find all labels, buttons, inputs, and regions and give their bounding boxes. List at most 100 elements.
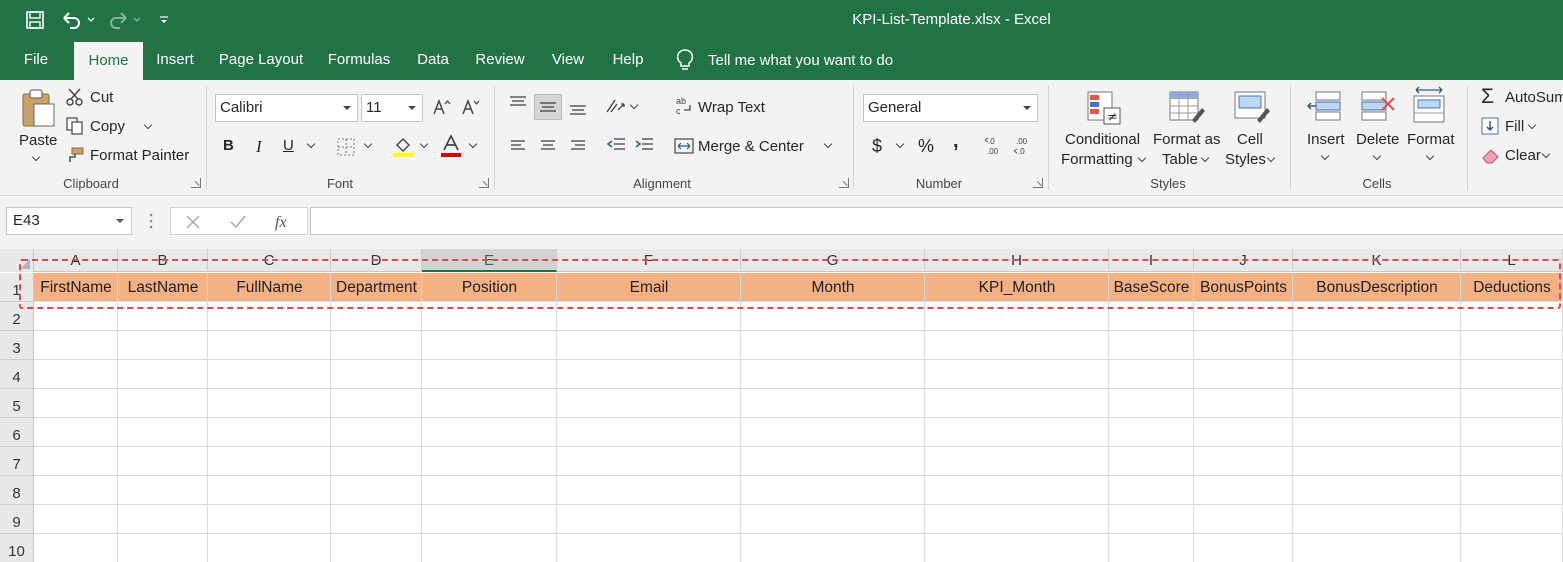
row-header-10[interactable]: 10 bbox=[0, 534, 34, 562]
merge-center-button[interactable]: Merge & Center bbox=[698, 138, 804, 155]
conditional-formatting-label-1[interactable]: Conditional bbox=[1065, 131, 1140, 148]
autosum-button[interactable]: AutoSum bbox=[1505, 89, 1563, 106]
row-header-6[interactable]: 6 bbox=[0, 418, 34, 447]
currency-button[interactable]: $ bbox=[872, 136, 882, 157]
paste-icon[interactable] bbox=[20, 88, 56, 132]
cut-button[interactable]: Cut bbox=[90, 89, 113, 106]
tab-help[interactable]: Help bbox=[604, 40, 652, 80]
underline-dropdown-icon[interactable] bbox=[306, 139, 316, 149]
align-left-icon[interactable] bbox=[510, 139, 526, 157]
orientation-icon[interactable] bbox=[605, 96, 627, 120]
decrease-decimal-icon[interactable]: .00.0 bbox=[1013, 136, 1035, 160]
svg-text:ab: ab bbox=[676, 96, 686, 106]
conditional-formatting-icon: ≠ bbox=[1086, 90, 1122, 130]
decrease-indent-icon[interactable] bbox=[606, 137, 626, 157]
merge-center-dropdown-icon[interactable] bbox=[823, 139, 833, 149]
fill-button[interactable]: Fill bbox=[1505, 118, 1524, 135]
svg-text:fx: fx bbox=[275, 214, 287, 231]
wrap-text-button[interactable]: Wrap Text bbox=[698, 99, 765, 116]
orientation-dropdown-icon[interactable] bbox=[629, 100, 639, 110]
row-header-9[interactable]: 9 bbox=[0, 505, 34, 534]
row-header-3[interactable]: 3 bbox=[0, 331, 34, 360]
tab-insert[interactable]: Insert bbox=[148, 40, 202, 80]
align-middle-button[interactable] bbox=[534, 94, 562, 120]
insert-function-icon[interactable]: fx bbox=[273, 212, 295, 232]
tab-home[interactable]: Home bbox=[74, 42, 143, 80]
fill-down-icon bbox=[1481, 117, 1499, 139]
conditional-formatting-label-2[interactable]: Formatting bbox=[1061, 151, 1133, 168]
row-header-4[interactable]: 4 bbox=[0, 360, 34, 389]
tab-formulas[interactable]: Formulas bbox=[320, 40, 398, 80]
format-cells-button[interactable]: Format bbox=[1407, 131, 1455, 148]
svg-text:.0: .0 bbox=[1018, 147, 1025, 156]
clear-button[interactable]: Clear bbox=[1505, 147, 1541, 164]
increase-font-size-icon[interactable] bbox=[432, 98, 452, 120]
font-color-icon[interactable] bbox=[440, 134, 462, 162]
clipboard-group-label: Clipboard bbox=[63, 176, 119, 191]
align-top-icon[interactable] bbox=[508, 95, 528, 115]
tab-review[interactable]: Review bbox=[468, 40, 532, 80]
font-launcher-icon[interactable] bbox=[479, 178, 489, 188]
clear-dropdown-icon[interactable] bbox=[1541, 149, 1551, 159]
title-bar: KPI-List-Template.xlsx - Excel bbox=[0, 0, 1563, 40]
borders-dropdown-icon[interactable] bbox=[363, 139, 373, 149]
format-as-table-dropdown-icon[interactable] bbox=[1200, 153, 1210, 163]
tab-data[interactable]: Data bbox=[408, 40, 458, 80]
ribbon-home: Paste Cut Copy Format Painter Clipboard … bbox=[0, 80, 1563, 196]
cell-styles-label-1[interactable]: Cell bbox=[1237, 131, 1263, 148]
align-center-icon[interactable] bbox=[540, 139, 556, 157]
align-right-icon[interactable] bbox=[570, 139, 586, 157]
row-header-8[interactable]: 8 bbox=[0, 476, 34, 505]
alignment-launcher-icon[interactable] bbox=[839, 178, 849, 188]
spreadsheet-grid: ABCDEFGHIJKL 1 2 3 4 5 6 7 8 9 10 FirstName LastNam… bbox=[0, 249, 1563, 562]
more-options-icon[interactable] bbox=[148, 212, 154, 234]
comma-button[interactable]: , bbox=[953, 130, 959, 153]
insert-cells-dropdown-icon[interactable] bbox=[1320, 151, 1330, 161]
cell-styles-dropdown-icon[interactable] bbox=[1266, 153, 1276, 163]
format-as-table-label-1[interactable]: Format as bbox=[1153, 131, 1221, 148]
increase-indent-icon[interactable] bbox=[634, 137, 654, 157]
underline-button[interactable]: U bbox=[283, 137, 294, 154]
currency-dropdown-icon[interactable] bbox=[895, 139, 905, 149]
borders-icon[interactable] bbox=[337, 138, 355, 160]
tab-view[interactable]: View bbox=[542, 40, 594, 80]
insert-cells-button[interactable]: Insert bbox=[1307, 131, 1345, 148]
percent-button[interactable]: % bbox=[918, 136, 934, 157]
paste-dropdown-icon[interactable] bbox=[31, 152, 41, 162]
tell-me-search[interactable]: Tell me what you want to do bbox=[676, 40, 893, 80]
row-header-7[interactable]: 7 bbox=[0, 447, 34, 476]
font-size-select[interactable]: 11 bbox=[361, 94, 423, 122]
name-box[interactable]: E43 bbox=[6, 207, 132, 235]
copy-button[interactable]: Copy bbox=[90, 118, 125, 135]
delete-cells-button[interactable]: Delete bbox=[1356, 131, 1399, 148]
number-format-select[interactable]: General bbox=[863, 94, 1038, 122]
header-row-highlight bbox=[19, 259, 1561, 309]
tab-file[interactable]: File bbox=[10, 40, 62, 80]
cell-styles-label-2[interactable]: Styles bbox=[1225, 151, 1266, 168]
row-header-5[interactable]: 5 bbox=[0, 389, 34, 418]
font-color-dropdown-icon[interactable] bbox=[468, 139, 478, 149]
clipboard-launcher-icon[interactable] bbox=[191, 178, 201, 188]
format-cells-dropdown-icon[interactable] bbox=[1425, 151, 1435, 161]
italic-button[interactable]: I bbox=[256, 137, 262, 157]
conditional-formatting-dropdown-icon[interactable] bbox=[1137, 153, 1147, 163]
delete-cells-dropdown-icon[interactable] bbox=[1372, 151, 1382, 161]
bold-button[interactable]: B bbox=[223, 137, 234, 154]
cancel-icon[interactable] bbox=[185, 214, 201, 230]
fill-dropdown-icon[interactable] bbox=[1527, 120, 1537, 130]
font-name-select[interactable]: Calibri bbox=[215, 94, 358, 122]
format-painter-button[interactable]: Format Painter bbox=[90, 147, 189, 164]
paste-button[interactable]: Paste bbox=[19, 132, 57, 149]
format-as-table-label-2[interactable]: Table bbox=[1162, 151, 1198, 168]
formula-input[interactable] bbox=[310, 207, 1563, 235]
enter-icon[interactable] bbox=[229, 214, 247, 230]
decrease-font-size-icon[interactable] bbox=[461, 98, 481, 120]
align-bottom-icon[interactable] bbox=[568, 102, 588, 122]
copy-dropdown-icon[interactable] bbox=[143, 120, 153, 130]
fill-color-dropdown-icon[interactable] bbox=[419, 139, 429, 149]
number-launcher-icon[interactable] bbox=[1033, 178, 1043, 188]
row-gridline bbox=[34, 475, 1563, 476]
increase-decimal-icon[interactable]: .0.00 bbox=[984, 136, 1006, 160]
tab-page-layout[interactable]: Page Layout bbox=[212, 40, 310, 80]
fill-color-icon[interactable] bbox=[392, 135, 414, 161]
